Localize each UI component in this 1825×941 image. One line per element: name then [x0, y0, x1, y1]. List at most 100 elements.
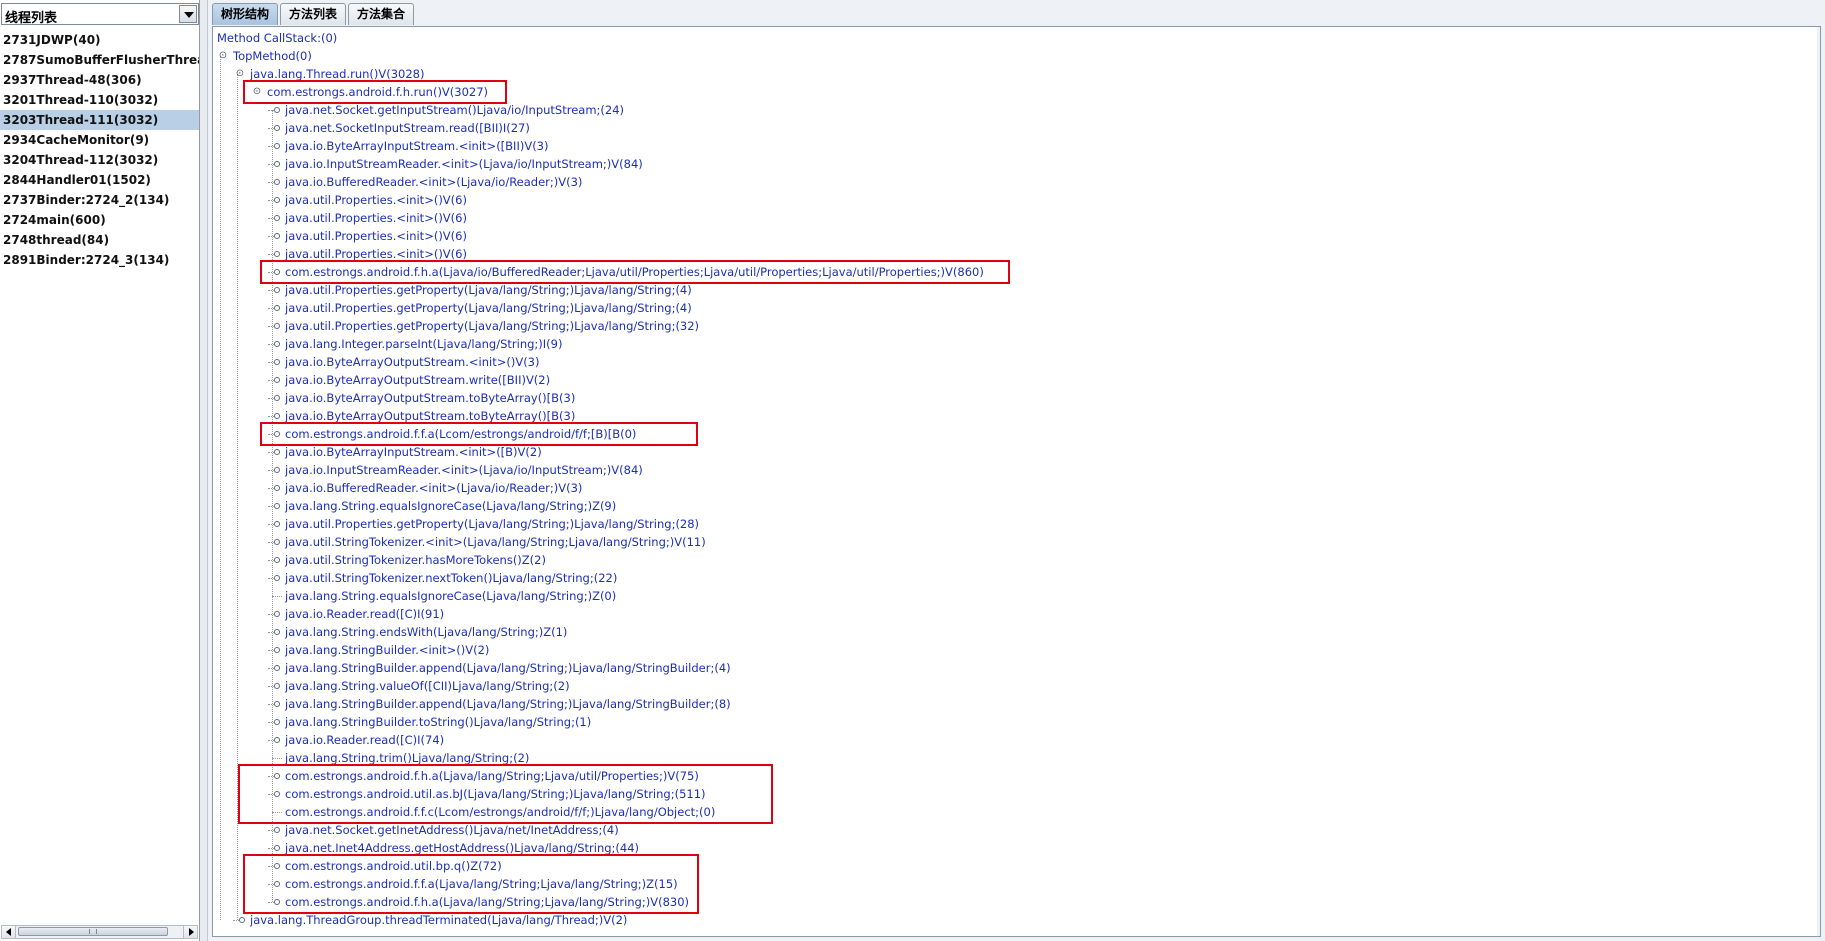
thread-list-item[interactable]: 2787SumoBufferFlusherThread(39 [0, 50, 199, 70]
expand-collapse-handle[interactable]: ⊙ [218, 51, 228, 61]
leaf-node-icon [274, 269, 280, 275]
tree-leaf-node[interactable]: java.net.Socket.getInetAddress()Ljava/ne… [285, 821, 619, 839]
thread-list-item[interactable]: 2937Thread-48(306) [0, 70, 199, 90]
tree-leaf-node[interactable]: java.util.Properties.getProperty(Ljava/l… [285, 515, 699, 533]
tree-leaf-node[interactable]: java.io.Reader.read([C)I(74) [285, 731, 444, 749]
thread-list-item[interactable]: 2934CacheMonitor(9) [0, 130, 199, 150]
method-view-panel: 树形结构 方法列表 方法集合 Method CallStack:(0) ⊙ TopMet… [208, 0, 1825, 941]
tree-leaf-node[interactable]: java.lang.String.endsWith(Ljava/lang/Str… [285, 623, 567, 641]
tree-leaf-node[interactable]: java.io.BufferedReader.<init>(Ljava/io/R… [285, 479, 582, 497]
thread-list-item[interactable]: 2724main(600) [0, 210, 199, 230]
thread-list-item[interactable]: 2891Binder:2724_3(134) [0, 250, 199, 270]
leaf-node-icon [274, 845, 280, 851]
thread-list-combo[interactable]: 线程列表 [1, 3, 199, 26]
tree-leaf-node[interactable]: java.lang.StringBuilder.<init>()V(2) [285, 641, 489, 659]
tree-leaf-node[interactable]: java.util.StringTokenizer.<init>(Ljava/l… [285, 533, 706, 551]
thread-list-item[interactable]: 3204Thread-112(3032) [0, 150, 199, 170]
tree-leaf-node[interactable]: com.estrongs.android.f.f.a(Ljava/lang/St… [285, 875, 678, 893]
tree-leaf-node[interactable]: java.util.Properties.getProperty(Ljava/l… [285, 317, 699, 335]
leaf-node-icon [274, 485, 280, 491]
tab-2[interactable]: 方法列表 [280, 3, 347, 25]
leaf-node-icon [274, 467, 280, 473]
expand-collapse-handle[interactable]: ⊙ [252, 87, 262, 97]
thread-list-item[interactable]: 2748thread(84) [0, 230, 199, 250]
leaf-node-icon [274, 179, 280, 185]
tree-leaf-node[interactable]: java.io.ByteArrayInputStream.<init>([BII… [285, 137, 548, 155]
leaf-node-icon [274, 107, 280, 113]
tree-leaf-node[interactable]: java.util.Properties.<init>()V(6) [285, 191, 467, 209]
tree-leaf-node[interactable]: com.estrongs.android.f.h.a(Ljava/lang/St… [285, 767, 699, 785]
tree-leaf-node[interactable]: java.io.ByteArrayInputStream.<init>([B)V… [285, 443, 542, 461]
tree-leaf-node[interactable]: java.io.ByteArrayOutputStream.write([BII… [285, 371, 550, 389]
view-tabs: 树形结构 方法列表 方法集合 [212, 3, 416, 26]
tree-leaf-node[interactable]: java.lang.StringBuilder.append(Ljava/lan… [285, 659, 731, 677]
tree-root-node[interactable]: Method CallStack:(0) [217, 29, 337, 47]
tree-leaf-node[interactable]: java.io.ByteArrayOutputStream.toByteArra… [285, 389, 575, 407]
tree-leaf-node[interactable]: java.io.ByteArrayOutputStream.<init>()V(… [285, 353, 540, 371]
thread-list-item[interactable]: 2737Binder:2724_2(134) [0, 190, 199, 210]
arrow-left-icon [6, 928, 11, 936]
leaf-node-icon [274, 197, 280, 203]
tree-leaf-node[interactable]: java.net.Socket.getInputStream()Ljava/io… [285, 101, 624, 119]
call-stack-tree[interactable]: Method CallStack:(0) ⊙ TopMethod(0) ⊙ java.l… [213, 27, 1820, 936]
tree-leaf-node[interactable]: java.lang.String.trim()Ljava/lang/String… [285, 749, 529, 767]
leaf-node-icon [274, 125, 280, 131]
thread-list-item[interactable]: 2731JDWP(40) [0, 30, 199, 50]
leaf-node-icon [274, 305, 280, 311]
tree-connector [272, 758, 282, 759]
tree-leaf-node[interactable]: java.io.InputStreamReader.<init>(Ljava/i… [285, 155, 643, 173]
tree-leaf-node[interactable]: java.util.Properties.<init>()V(6) [285, 209, 467, 227]
leaf-node-icon [274, 395, 280, 401]
leaf-node-icon [274, 377, 280, 383]
tree-leaf-node[interactable]: java.lang.Integer.parseInt(Ljava/lang/St… [285, 335, 562, 353]
leaf-node-icon [274, 341, 280, 347]
thread-list-item[interactable]: 3203Thread-111(3032) [0, 110, 199, 130]
tree-leaf-node[interactable]: java.lang.String.valueOf([CII)Ljava/lang… [285, 677, 570, 695]
tree-node-fh-run[interactable]: com.estrongs.android.f.h.run()V(3027) [267, 83, 488, 101]
tree-leaf-node[interactable]: java.net.SocketInputStream.read([BII)I(2… [285, 119, 530, 137]
tree-leaf-node[interactable]: com.estrongs.android.util.bp.q()Z(72) [285, 857, 502, 875]
tree-leaf-node[interactable]: java.io.BufferedReader.<init>(Ljava/io/R… [285, 173, 582, 191]
leaf-node-icon [274, 287, 280, 293]
leaf-node-icon [274, 665, 280, 671]
tree-node-top-method[interactable]: TopMethod(0) [233, 47, 312, 65]
tree-leaf-node[interactable]: java.lang.StringBuilder.toString()Ljava/… [285, 713, 591, 731]
thread-list-item[interactable]: 2844Handler01(1502) [0, 170, 199, 190]
tree-leaf-node[interactable]: com.estrongs.android.f.h.a(Ljava/io/Buff… [285, 263, 984, 281]
tree-leaf-node[interactable]: java.io.Reader.read([C)I(91) [285, 605, 444, 623]
tree-leaf-node[interactable]: com.estrongs.android.f.f.a(Lcom/estrongs… [285, 425, 636, 443]
thread-list[interactable]: 2731JDWP(40)2787SumoBufferFlusherThread(… [0, 30, 199, 922]
tree-leaf-node[interactable]: java.util.Properties.<init>()V(6) [285, 227, 467, 245]
tree-node-thread-terminated[interactable]: java.lang.ThreadGroup.threadTerminated(L… [250, 911, 627, 929]
tree-leaf-node[interactable]: java.util.Properties.<init>()V(6) [285, 245, 467, 263]
tree-scroll-edge [1817, 27, 1820, 936]
leaf-node-icon [274, 629, 280, 635]
tree-leaf-node[interactable]: java.lang.String.equalsIgnoreCase(Ljava/… [285, 497, 616, 515]
tree-leaf-node[interactable]: com.estrongs.android.f.f.c(Lcom/estrongs… [285, 803, 715, 821]
tree-leaf-node[interactable]: java.io.ByteArrayOutputStream.toByteArra… [285, 407, 575, 425]
dropdown-arrow-button[interactable] [179, 5, 197, 23]
scroll-right-button[interactable] [183, 926, 197, 938]
expand-collapse-handle[interactable]: ⊙ [235, 69, 245, 79]
tab-1[interactable]: 树形结构 [212, 3, 279, 25]
tree-leaf-node[interactable]: java.util.Properties.getProperty(Ljava/l… [285, 281, 692, 299]
tree-leaf-node[interactable]: java.util.StringTokenizer.nextToken()Lja… [285, 569, 617, 587]
tab-3[interactable]: 方法集合 [348, 3, 415, 25]
scroll-left-button[interactable] [2, 926, 16, 938]
panel-splitter[interactable] [200, 0, 208, 941]
thread-list-item[interactable]: 3201Thread-110(3032) [0, 90, 199, 110]
tree-leaf-node[interactable]: com.estrongs.android.util.as.bJ(Ljava/la… [285, 785, 706, 803]
thread-list-horizontal-scrollbar[interactable] [1, 925, 198, 939]
tree-leaf-node[interactable]: java.util.Properties.getProperty(Ljava/l… [285, 299, 692, 317]
tree-node-thread-run[interactable]: java.lang.Thread.run()V(3028) [250, 65, 425, 83]
tree-leaf-node[interactable]: java.lang.String.equalsIgnoreCase(Ljava/… [285, 587, 616, 605]
tree-leaf-node[interactable]: java.lang.StringBuilder.append(Ljava/lan… [285, 695, 731, 713]
arrow-right-icon [189, 928, 194, 936]
tree-leaf-node[interactable]: java.io.InputStreamReader.<init>(Ljava/i… [285, 461, 643, 479]
scrollbar-thumb[interactable] [18, 927, 168, 936]
leaf-node-icon [274, 233, 280, 239]
leaf-node-icon [274, 719, 280, 725]
tree-leaf-node[interactable]: java.net.Inet4Address.getHostAddress()Lj… [285, 839, 639, 857]
tree-leaf-node[interactable]: com.estrongs.android.f.h.a(Ljava/lang/St… [285, 893, 689, 911]
tree-leaf-node[interactable]: java.util.StringTokenizer.hasMoreTokens(… [285, 551, 546, 569]
